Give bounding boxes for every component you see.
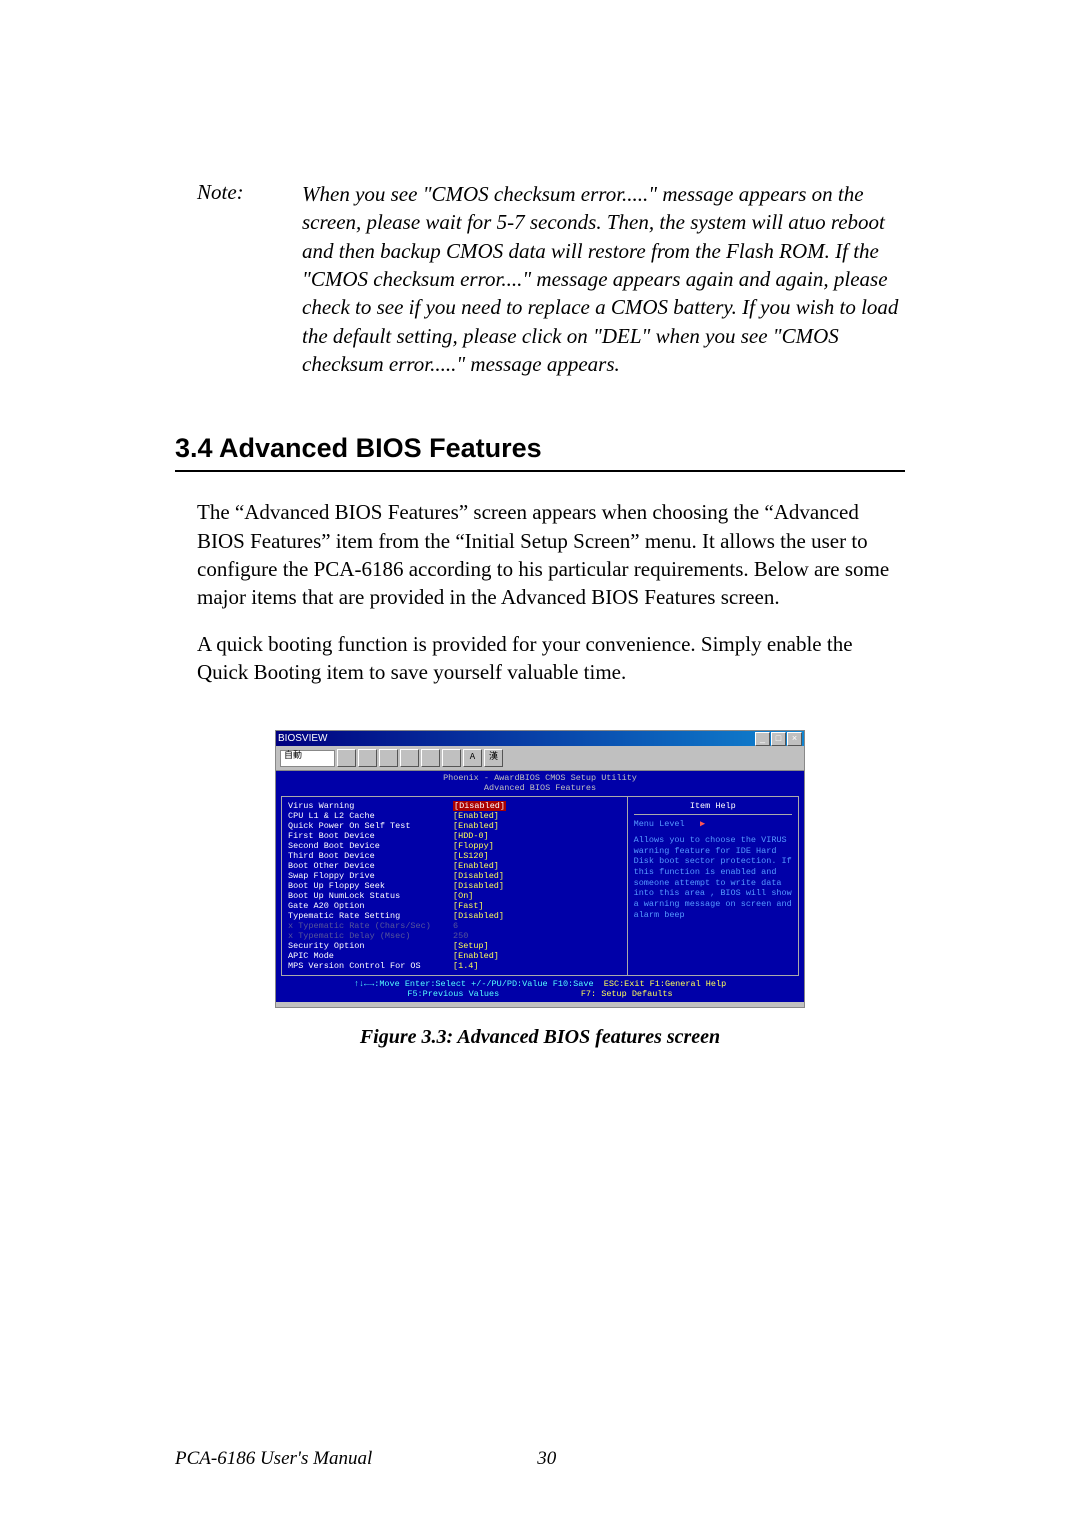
window-titlebar: BIOSVIEW _ □ ×: [276, 731, 804, 746]
bios-setting-key: CPU L1 & L2 Cache: [288, 811, 453, 821]
bios-setting-key: Third Boot Device: [288, 851, 453, 861]
bios-setting-key: Gate A20 Option: [288, 901, 453, 911]
maximize-icon[interactable]: □: [771, 732, 786, 746]
bios-help-pane: Item Help Menu Level ▶ Allows you to cho…: [628, 796, 799, 976]
help-body: Menu Level ▶ Allows you to choose the VI…: [634, 819, 792, 921]
bios-setting-key: Quick Power On Self Test: [288, 821, 453, 831]
bios-setting-row[interactable]: Boot Up NumLock Status[On]: [288, 891, 621, 901]
window-buttons: _ □ ×: [755, 732, 802, 746]
toolbar-btn-4[interactable]: [400, 749, 419, 767]
bios-setting-key: APIC Mode: [288, 951, 453, 961]
bios-setting-row[interactable]: Typematic Rate Setting[Disabled]: [288, 911, 621, 921]
footer-keys-line2a: F5:Previous Values: [407, 989, 499, 999]
bios-window: BIOSVIEW _ □ × 自動 A 漢 Pho: [275, 730, 805, 1007]
bios-setting-row[interactable]: CPU L1 & L2 Cache[Enabled]: [288, 811, 621, 821]
bios-screenshot-figure: BIOSVIEW _ □ × 自動 A 漢 Pho: [275, 730, 805, 1048]
body-paragraph-1: The “Advanced BIOS Features” screen appe…: [197, 498, 905, 611]
bios-setting-key: Security Option: [288, 941, 453, 951]
toolbar-btn-6[interactable]: [442, 749, 461, 767]
bios-setting-key: Virus Warning: [288, 801, 453, 811]
bios-setting-value: [Fast]: [453, 901, 484, 911]
bios-setting-value: [Disabled]: [453, 881, 504, 891]
footer-keys-line1a: ↑↓←→:Move Enter:Select +/-/PU/PD:Value F…: [354, 979, 594, 989]
toolbar: 自動 A 漢: [276, 746, 804, 771]
bios-setting-row[interactable]: x Typematic Delay (Msec)250: [288, 931, 621, 941]
help-text: Allows you to choose the VIRUS warning f…: [634, 835, 792, 920]
bios-setting-value: [LS120]: [453, 851, 489, 861]
bios-setting-value: [1.4]: [453, 961, 479, 971]
bios-setting-row[interactable]: Swap Floppy Drive[Disabled]: [288, 871, 621, 881]
bios-setting-row[interactable]: First Boot Device[HDD-0]: [288, 831, 621, 841]
footer-page-number: 30: [537, 1448, 556, 1470]
note-text: When you see "CMOS checksum error....." …: [302, 180, 905, 378]
bios-setting-row[interactable]: Second Boot Device[Floppy]: [288, 841, 621, 851]
close-icon[interactable]: ×: [787, 732, 802, 746]
bios-setting-value: [Disabled]: [453, 871, 504, 881]
bios-setting-value: [Disabled]: [453, 801, 506, 811]
note-block: Note: When you see "CMOS checksum error.…: [197, 180, 905, 378]
bios-setting-value: [HDD-0]: [453, 831, 489, 841]
bios-setting-key: First Boot Device: [288, 831, 453, 841]
bios-setting-row[interactable]: Security Option[Setup]: [288, 941, 621, 951]
toolbar-btn-1[interactable]: [337, 749, 356, 767]
footer-manual-title: PCA-6186 User's Manual: [175, 1448, 372, 1470]
bios-setting-value: [On]: [453, 891, 473, 901]
bios-setting-key: Swap Floppy Drive: [288, 871, 453, 881]
bios-setting-key: Second Boot Device: [288, 841, 453, 851]
body-paragraph-2: A quick booting function is provided for…: [197, 630, 905, 687]
bios-setting-row[interactable]: Third Boot Device[LS120]: [288, 851, 621, 861]
zoom-select[interactable]: 自動: [280, 750, 335, 767]
bios-header-line2: Advanced BIOS Features: [276, 783, 804, 793]
window-title: BIOSVIEW: [278, 733, 327, 745]
footer-keys-line1b: ESC:Exit F1:General Help: [604, 979, 726, 989]
footer-keys-line2b: F7: Setup Defaults: [581, 989, 673, 999]
bios-setting-value: [Enabled]: [453, 951, 499, 961]
menu-level-label: Menu Level: [634, 819, 685, 829]
minimize-icon[interactable]: _: [755, 732, 770, 746]
bios-setting-key: MPS Version Control For OS: [288, 961, 453, 971]
menu-level-arrow-icon: ▶: [700, 819, 705, 829]
bios-setting-value: [Enabled]: [453, 811, 499, 821]
bios-setting-key: x Typematic Delay (Msec): [288, 931, 453, 941]
bios-setting-row[interactable]: Quick Power On Self Test[Enabled]: [288, 821, 621, 831]
help-title: Item Help: [634, 801, 792, 815]
bios-settings-pane: Virus Warning[Disabled]CPU L1 & L2 Cache…: [281, 796, 628, 976]
bios-main: Virus Warning[Disabled]CPU L1 & L2 Cache…: [281, 796, 799, 976]
bios-setting-key: Boot Up NumLock Status: [288, 891, 453, 901]
bios-setting-key: Boot Up Floppy Seek: [288, 881, 453, 891]
bios-setting-value: [Setup]: [453, 941, 489, 951]
bios-setting-row[interactable]: Virus Warning[Disabled]: [288, 801, 621, 811]
bios-setting-key: x Typematic Rate (Chars/Sec): [288, 921, 453, 931]
bios-setting-value: [Disabled]: [453, 911, 504, 921]
bios-setting-row[interactable]: Boot Other Device[Enabled]: [288, 861, 621, 871]
bios-header: Phoenix - AwardBIOS CMOS Setup Utility A…: [276, 771, 804, 795]
page-footer: PCA-6186 User's Manual 30: [175, 1448, 905, 1470]
bios-setting-value: [Floppy]: [453, 841, 494, 851]
bios-header-line1: Phoenix - AwardBIOS CMOS Setup Utility: [276, 773, 804, 783]
bios-setting-row[interactable]: APIC Mode[Enabled]: [288, 951, 621, 961]
bios-setting-value: 250: [453, 931, 468, 941]
bios-setting-key: Boot Other Device: [288, 861, 453, 871]
bios-setting-row[interactable]: Gate A20 Option[Fast]: [288, 901, 621, 911]
bios-setting-key: Typematic Rate Setting: [288, 911, 453, 921]
toolbar-btn-kan[interactable]: 漢: [484, 749, 503, 767]
toolbar-btn-2[interactable]: [358, 749, 377, 767]
section-heading: 3.4 Advanced BIOS Features: [175, 433, 905, 464]
page: Note: When you see "CMOS checksum error.…: [0, 0, 1080, 1049]
bios-setting-row[interactable]: Boot Up Floppy Seek[Disabled]: [288, 881, 621, 891]
figure-caption: Figure 3.3: Advanced BIOS features scree…: [275, 1026, 805, 1049]
toolbar-btn-5[interactable]: [421, 749, 440, 767]
toolbar-btn-3[interactable]: [379, 749, 398, 767]
bios-setting-row[interactable]: MPS Version Control For OS[1.4]: [288, 961, 621, 971]
bios-setting-value: [Enabled]: [453, 861, 499, 871]
section-rule: [175, 470, 905, 472]
bios-setting-value: [Enabled]: [453, 821, 499, 831]
toolbar-btn-a[interactable]: A: [463, 749, 482, 767]
note-label: Note:: [197, 180, 302, 378]
bios-setting-value: 6: [453, 921, 458, 931]
bios-footer: ↑↓←→:Move Enter:Select +/-/PU/PD:Value F…: [281, 978, 799, 1002]
bios-setting-row[interactable]: x Typematic Rate (Chars/Sec)6: [288, 921, 621, 931]
bios-blue-area: Phoenix - AwardBIOS CMOS Setup Utility A…: [276, 771, 804, 1001]
